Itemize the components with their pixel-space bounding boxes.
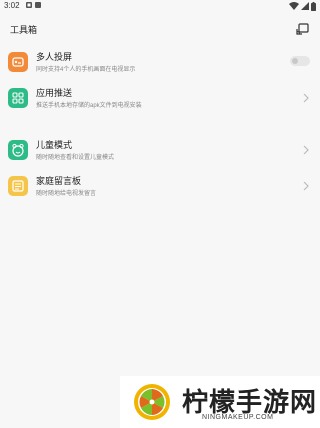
multi-screen-toggle[interactable] bbox=[290, 56, 310, 66]
item-subtitle: 随时随地给电视发留言 bbox=[36, 191, 97, 197]
toggle-knob bbox=[292, 58, 298, 64]
child-face-icon bbox=[8, 140, 28, 160]
item-subtitle: 随时随地查看和设置儿童模式 bbox=[36, 155, 115, 161]
page-title: 工具箱 bbox=[10, 25, 38, 35]
status-time: 3:02 bbox=[4, 1, 20, 10]
header: 工具箱 bbox=[0, 18, 320, 42]
list-item-kids-mode[interactable]: 儿童模式 随时随地查看和设置儿童模式 bbox=[0, 132, 320, 168]
item-title: 多人投屏 bbox=[36, 52, 73, 62]
lemon-logo-icon bbox=[134, 384, 170, 420]
notification-a-icon bbox=[26, 2, 32, 8]
item-subtitle: 推送手机本地存储的apk文件到电视安装 bbox=[36, 103, 142, 109]
site-watermark: 柠檬手游网 NINGMAKEUP.COM bbox=[120, 376, 320, 428]
list-item-multi-screen[interactable]: 多人投屏 同时支持4个人的手机画面在电视显示 bbox=[0, 44, 320, 80]
list-item-message-board[interactable]: 家庭留言板 随时随地给电视发留言 bbox=[0, 168, 320, 204]
item-subtitle: 同时支持4个人的手机画面在电视显示 bbox=[36, 67, 136, 73]
watermark-url: NINGMAKEUP.COM bbox=[202, 414, 274, 421]
status-right-icons bbox=[289, 1, 316, 11]
wifi-icon bbox=[289, 2, 299, 10]
signal-icon bbox=[301, 2, 309, 10]
battery-icon bbox=[311, 1, 316, 11]
status-bar: 3:02 bbox=[0, 0, 320, 12]
chevron-right-icon bbox=[303, 145, 309, 155]
item-title: 应用推送 bbox=[36, 88, 73, 98]
cast-screen-icon[interactable] bbox=[296, 22, 310, 36]
apps-grid-icon bbox=[8, 88, 28, 108]
item-title: 儿童模式 bbox=[36, 140, 73, 150]
item-title: 家庭留言板 bbox=[36, 176, 82, 186]
list-item-app-push[interactable]: 应用推送 推送手机本地存储的apk文件到电视安装 bbox=[0, 80, 320, 116]
chevron-right-icon bbox=[303, 181, 309, 191]
chevron-right-icon bbox=[303, 93, 309, 103]
message-board-icon bbox=[8, 176, 28, 196]
multi-screen-icon bbox=[8, 52, 28, 72]
notification-b-icon bbox=[35, 2, 41, 8]
